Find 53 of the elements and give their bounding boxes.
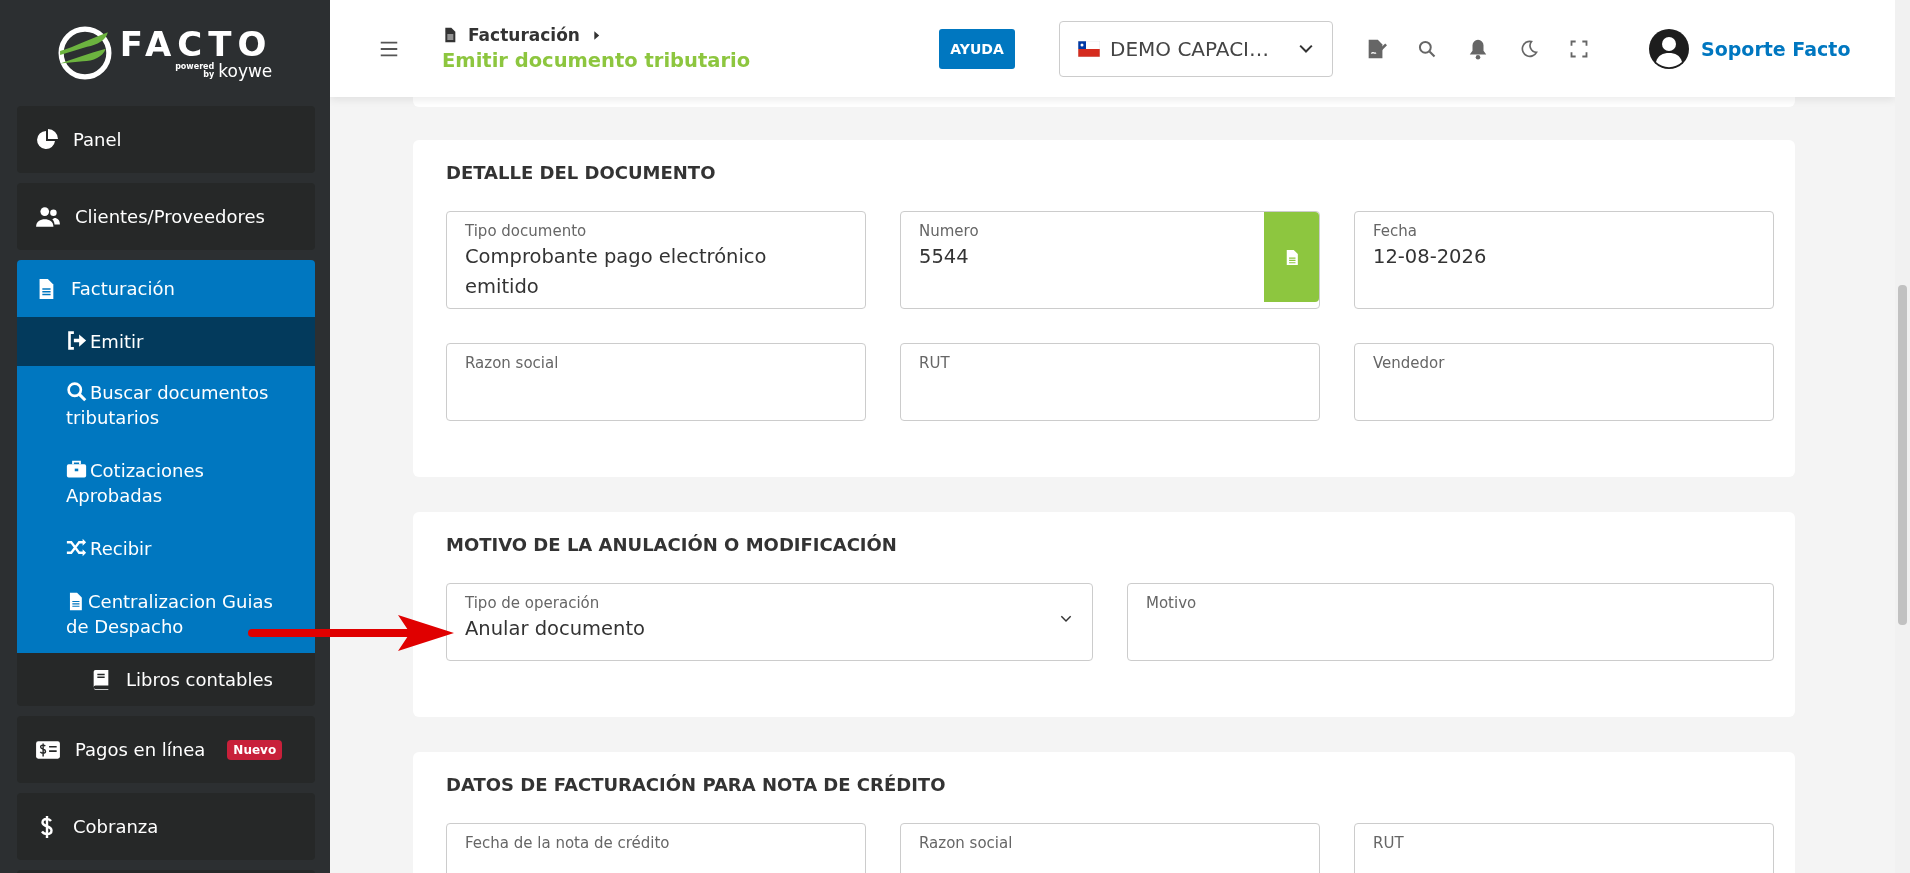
sidebar-item[interactable]: Facturación xyxy=(17,260,315,317)
input-field[interactable]: Fecha de la nota de crédito xyxy=(446,823,866,873)
section-title: DETALLE DEL DOCUMENTO xyxy=(446,162,717,183)
shuffle-icon xyxy=(66,537,87,558)
sidebar-item[interactable]: Panel xyxy=(17,106,315,173)
input-field[interactable]: Tipo documento Comprobante pago electrónico emitido xyxy=(446,211,866,309)
document-button[interactable] xyxy=(1264,212,1319,302)
sidebar-item[interactable]: Cobranza xyxy=(17,793,315,860)
submenu-item[interactable]: Emitir xyxy=(17,317,315,366)
brand-name: koywe xyxy=(218,62,273,80)
input-field[interactable]: Numero 5544 xyxy=(900,211,1320,309)
document-icon xyxy=(1284,248,1299,266)
moon-icon xyxy=(1519,38,1539,59)
section-title: DATOS DE FACTURACIÓN PARA NOTA DE CRÉDITO xyxy=(446,774,947,795)
input-field[interactable]: Vendedor xyxy=(1354,343,1774,421)
sidebar-item[interactable]: Clientes/Proveedores xyxy=(17,183,315,250)
pie-chart-icon xyxy=(35,127,59,152)
input-field[interactable]: Razon social xyxy=(900,823,1320,873)
section-title: MOTIVO DE LA ANULACIÓN O MODIFICACIÓN xyxy=(446,534,898,555)
bell-icon xyxy=(1467,37,1489,60)
input-field[interactable]: Fecha 12-08-2026 xyxy=(1354,211,1774,309)
input-field[interactable]: RUT xyxy=(1354,823,1774,873)
user-name[interactable]: Soporte Facto xyxy=(1701,37,1851,60)
company-select[interactable]: DEMO CAPACI… xyxy=(1059,20,1333,77)
new-badge: Nuevo xyxy=(227,739,283,760)
select-field[interactable]: Tipo de operación Anular documento xyxy=(446,583,1093,661)
submenu-item[interactable]: Buscar documentos tributarios xyxy=(17,366,315,444)
logo-wordmark: FACTO xyxy=(119,26,273,61)
breadcrumb-link[interactable]: Facturación xyxy=(468,25,580,45)
input-field[interactable]: RUT xyxy=(900,343,1320,421)
logo-tagline: powered xyxy=(175,63,215,71)
submenu-item[interactable]: Centralizacion Guias de Despacho xyxy=(17,575,315,653)
submenu-item[interactable]: Recibir xyxy=(17,522,315,575)
input-field[interactable]: Razon social xyxy=(446,343,866,421)
input-field[interactable]: Motivo xyxy=(1127,583,1774,661)
sign-out-icon xyxy=(66,330,87,351)
chile-flag-icon xyxy=(1078,40,1100,57)
logo-tagline: by xyxy=(203,71,215,79)
avatar-icon[interactable] xyxy=(1649,28,1689,69)
sidebar-item[interactable]: Libros contables xyxy=(17,653,315,706)
help-button[interactable]: AYUDA xyxy=(939,28,1015,69)
fullscreen-icon xyxy=(1569,38,1589,59)
field-value: Anular documento xyxy=(465,616,646,642)
field-value: Comprobante pago electrónico emitido xyxy=(465,244,768,300)
sidebar-item[interactable]: Pagos en línea Nuevo xyxy=(17,716,315,783)
field-value: 5544 xyxy=(919,244,970,270)
briefcase-icon xyxy=(66,459,87,480)
document-icon xyxy=(442,27,458,43)
logo-swoosh-icon xyxy=(57,26,112,80)
submenu-item[interactable]: Cotizaciones Aprobadas xyxy=(17,444,315,522)
search-icon xyxy=(1417,38,1437,59)
search-icon xyxy=(66,381,87,402)
field-value: 12-08-2026 xyxy=(1373,244,1488,270)
